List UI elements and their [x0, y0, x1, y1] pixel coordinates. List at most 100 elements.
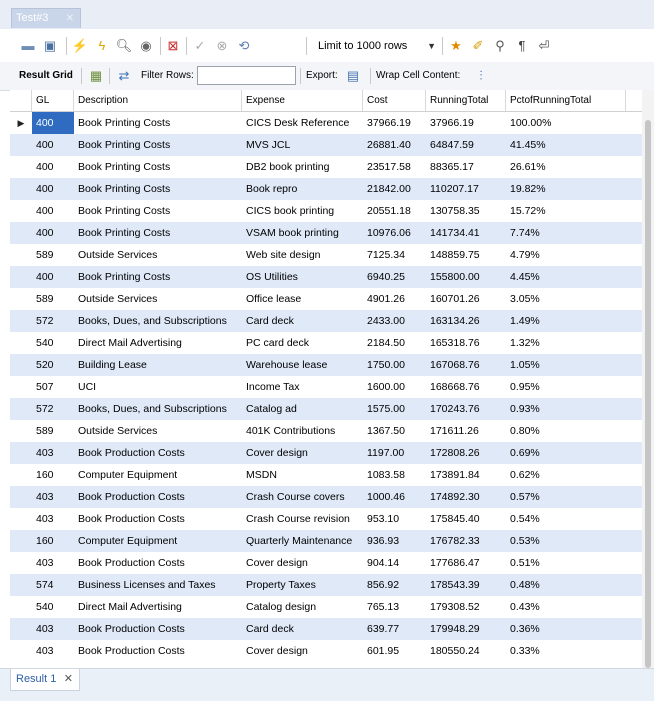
table-cell[interactable]: 765.13: [363, 596, 426, 618]
table-row[interactable]: 520 Building Lease Warehouse lease 1750.00 1…: [10, 354, 642, 376]
table-cell[interactable]: 4.79%: [506, 244, 626, 266]
table-cell[interactable]: Quarterly Maintenance: [242, 530, 363, 552]
table-row[interactable]: 403 Book Production Costs Card deck 639.77 1…: [10, 618, 642, 640]
table-cell[interactable]: 4901.26: [363, 288, 426, 310]
export-icon[interactable]: ▤: [345, 68, 361, 84]
table-cell[interactable]: Crash Course revision: [242, 508, 363, 530]
table-cell[interactable]: 26881.40: [363, 134, 426, 156]
table-cell[interactable]: 1.05%: [506, 354, 626, 376]
table-cell[interactable]: 403: [32, 442, 74, 464]
table-cell[interactable]: 168668.76: [426, 376, 506, 398]
table-cell[interactable]: 148859.75: [426, 244, 506, 266]
table-cell[interactable]: Property Taxes: [242, 574, 363, 596]
limit-rows-select[interactable]: Limit to 1000 rows ▼: [314, 36, 440, 56]
table-cell[interactable]: Web site design: [242, 244, 363, 266]
table-cell[interactable]: 540: [32, 332, 74, 354]
table-cell[interactable]: 904.14: [363, 552, 426, 574]
table-cell[interactable]: 4.45%: [506, 266, 626, 288]
table-cell[interactable]: 175845.40: [426, 508, 506, 530]
column-header[interactable]: GL: [32, 90, 74, 111]
table-cell[interactable]: Card deck: [242, 618, 363, 640]
table-cell[interactable]: 21842.00: [363, 178, 426, 200]
column-header[interactable]: PctofRunningTotal: [506, 90, 626, 111]
table-cell[interactable]: Income Tax: [242, 376, 363, 398]
table-cell[interactable]: 177686.47: [426, 552, 506, 574]
table-cell[interactable]: Outside Services: [74, 288, 242, 310]
table-cell[interactable]: 160: [32, 464, 74, 486]
table-row[interactable]: 400 Book Printing Costs OS Utilities 6940.2…: [10, 266, 642, 288]
table-row[interactable]: ▶ 400 Book Printing Costs CICS Desk Referen…: [10, 112, 642, 134]
table-row[interactable]: 589 Outside Services 401K Contributions 136…: [10, 420, 642, 442]
table-cell[interactable]: 400: [32, 112, 74, 134]
table-cell[interactable]: Book Printing Costs: [74, 112, 242, 134]
table-cell[interactable]: Catalog ad: [242, 398, 363, 420]
table-cell[interactable]: 572: [32, 398, 74, 420]
open-folder-icon[interactable]: ▬: [20, 38, 36, 54]
table-cell[interactable]: 167068.76: [426, 354, 506, 376]
commit-icon[interactable]: ✓: [192, 38, 208, 54]
table-row[interactable]: 400 Book Printing Costs VSAM book printing…: [10, 222, 642, 244]
table-cell[interactable]: 110207.17: [426, 178, 506, 200]
table-row[interactable]: 589 Outside Services Office lease 4901.26 16…: [10, 288, 642, 310]
table-row[interactable]: 160 Computer Equipment MSDN 1083.58 173891.8…: [10, 464, 642, 486]
table-cell[interactable]: Catalog design: [242, 596, 363, 618]
table-row[interactable]: 400 Book Printing Costs DB2 book printing 2…: [10, 156, 642, 178]
table-cell[interactable]: 0.62%: [506, 464, 626, 486]
table-cell[interactable]: 64847.59: [426, 134, 506, 156]
table-cell[interactable]: 100.00%: [506, 112, 626, 134]
table-cell[interactable]: 0.53%: [506, 530, 626, 552]
table-cell[interactable]: 403: [32, 618, 74, 640]
table-cell[interactable]: 173891.84: [426, 464, 506, 486]
editor-tab[interactable]: Test#3 ✕: [11, 8, 81, 28]
table-cell[interactable]: Book Printing Costs: [74, 200, 242, 222]
table-cell[interactable]: 178543.39: [426, 574, 506, 596]
find-icon[interactable]: ⚲: [492, 38, 508, 54]
refresh-icon[interactable]: ⇄: [116, 68, 132, 84]
table-row[interactable]: 540 Direct Mail Advertising PC card deck 21…: [10, 332, 642, 354]
toggle-continue-icon[interactable]: ⊠: [165, 38, 181, 54]
table-row[interactable]: 400 Book Printing Costs MVS JCL 26881.40 648…: [10, 134, 642, 156]
table-cell[interactable]: 953.10: [363, 508, 426, 530]
table-cell[interactable]: Book Printing Costs: [74, 178, 242, 200]
table-cell[interactable]: Books, Dues, and Subscriptions: [74, 310, 242, 332]
table-cell[interactable]: PC card deck: [242, 332, 363, 354]
table-cell[interactable]: 1083.58: [363, 464, 426, 486]
table-cell[interactable]: Book Production Costs: [74, 618, 242, 640]
table-cell[interactable]: 574: [32, 574, 74, 596]
table-row[interactable]: 403 Book Production Costs Cover design 1197…: [10, 442, 642, 464]
table-cell[interactable]: 403: [32, 486, 74, 508]
table-cell[interactable]: 130758.35: [426, 200, 506, 222]
invisible-chars-icon[interactable]: ¶: [514, 38, 530, 54]
table-row[interactable]: 507 UCI Income Tax 1600.00 168668.76 0.95%: [10, 376, 642, 398]
table-cell[interactable]: Direct Mail Advertising: [74, 332, 242, 354]
table-cell[interactable]: 88365.17: [426, 156, 506, 178]
table-cell[interactable]: Business Licenses and Taxes: [74, 574, 242, 596]
table-cell[interactable]: 23517.58: [363, 156, 426, 178]
table-cell[interactable]: 0.33%: [506, 640, 626, 662]
table-row[interactable]: 572 Books, Dues, and Subscriptions Catalog…: [10, 398, 642, 420]
table-cell[interactable]: 400: [32, 200, 74, 222]
table-cell[interactable]: Book Production Costs: [74, 486, 242, 508]
table-cell[interactable]: Cover design: [242, 640, 363, 662]
table-cell[interactable]: 170243.76: [426, 398, 506, 420]
table-cell[interactable]: 6940.25: [363, 266, 426, 288]
table-cell[interactable]: Book Printing Costs: [74, 266, 242, 288]
filter-rows-input[interactable]: [197, 66, 296, 85]
table-cell[interactable]: 0.93%: [506, 398, 626, 420]
table-cell[interactable]: 155800.00: [426, 266, 506, 288]
table-cell[interactable]: 7.74%: [506, 222, 626, 244]
table-cell[interactable]: 160: [32, 530, 74, 552]
table-cell[interactable]: 1.49%: [506, 310, 626, 332]
table-cell[interactable]: 0.48%: [506, 574, 626, 596]
table-cell[interactable]: 3.05%: [506, 288, 626, 310]
table-cell[interactable]: 1000.46: [363, 486, 426, 508]
table-cell[interactable]: 37966.19: [426, 112, 506, 134]
table-cell[interactable]: 589: [32, 420, 74, 442]
table-cell[interactable]: 400: [32, 222, 74, 244]
column-header[interactable]: Cost: [363, 90, 426, 111]
table-cell[interactable]: Book Production Costs: [74, 442, 242, 464]
table-cell[interactable]: 400: [32, 178, 74, 200]
table-cell[interactable]: DB2 book printing: [242, 156, 363, 178]
table-cell[interactable]: 10976.06: [363, 222, 426, 244]
table-cell[interactable]: Card deck: [242, 310, 363, 332]
